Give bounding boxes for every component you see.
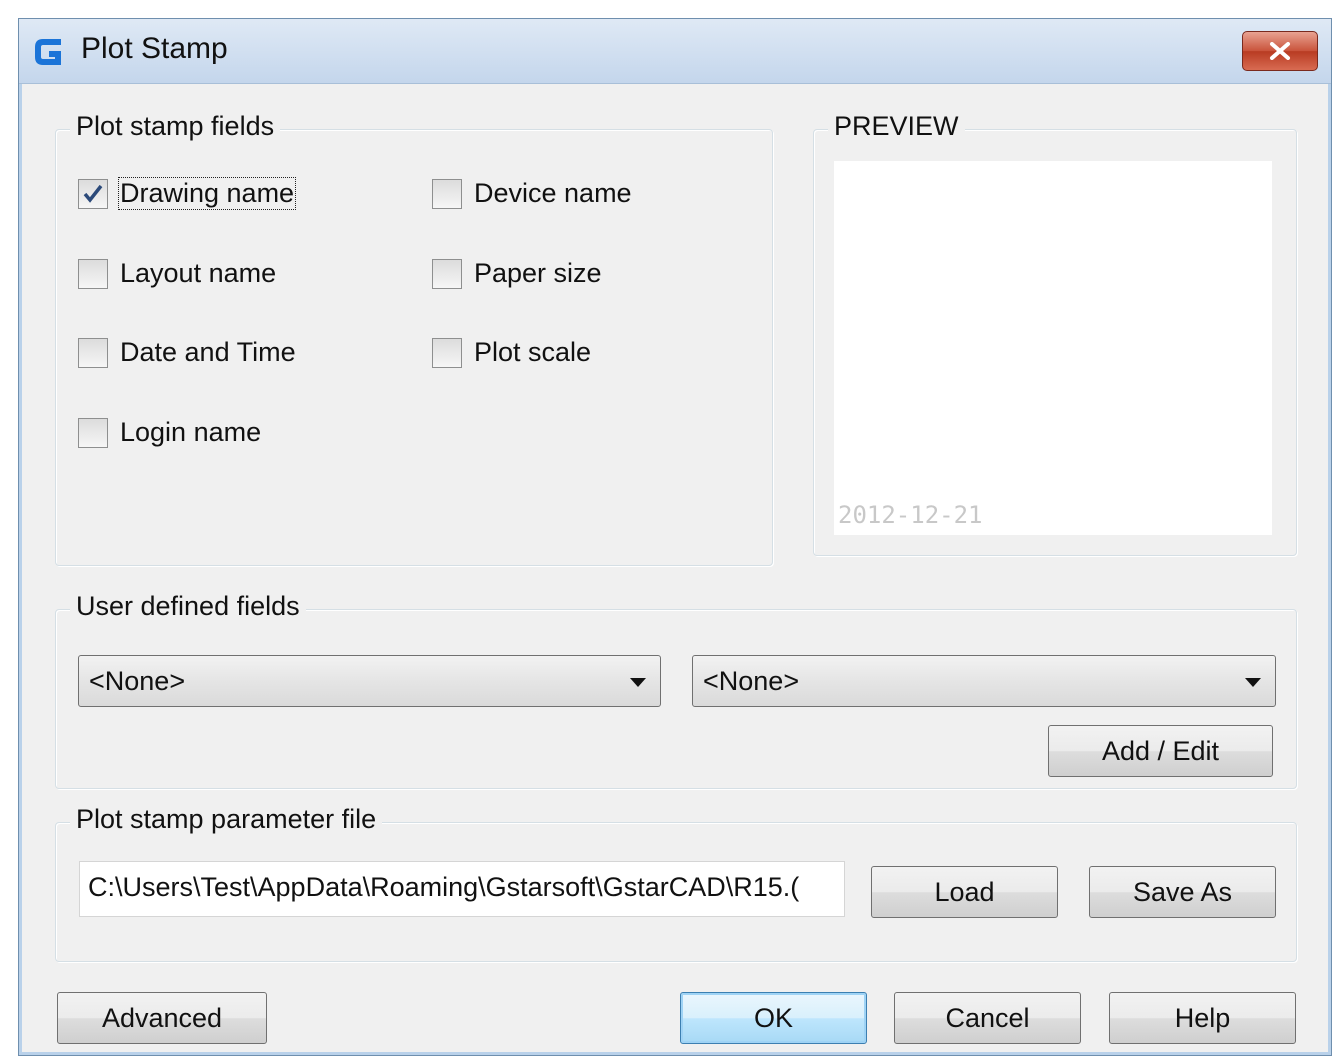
button-label: Advanced	[101, 1002, 223, 1033]
checkbox-label: Paper size	[474, 258, 602, 288]
dropdown-value: <None>	[89, 666, 186, 696]
checkbox-box[interactable]	[78, 178, 108, 209]
checkbox-label: Layout name	[120, 258, 277, 288]
checkbox-box[interactable]	[78, 258, 108, 289]
group-legend: Plot stamp parameter file	[70, 804, 383, 835]
button-label: OK	[753, 1002, 793, 1033]
group-legend: PREVIEW	[828, 111, 965, 142]
checkbox-label: Login name	[120, 417, 262, 447]
checkbox-date-and-time[interactable]: Date and Time	[78, 336, 298, 369]
title-bar[interactable]: Plot Stamp	[19, 19, 1331, 84]
checkbox-box[interactable]	[432, 258, 462, 289]
close-icon	[1270, 42, 1290, 60]
plot-stamp-dialog: Plot Stamp Plot stamp fields Drawing nam…	[18, 18, 1332, 1056]
path-text: C:\Users\Test\AppData\Roaming\Gstarsoft\…	[88, 872, 800, 902]
advanced-button[interactable]: Advanced	[57, 992, 267, 1044]
load-button[interactable]: Load	[871, 866, 1058, 918]
user-field-2-dropdown[interactable]: <None>	[692, 655, 1276, 707]
window-title: Plot Stamp	[81, 32, 228, 65]
checkbox-box[interactable]	[432, 178, 462, 209]
parameter-file-path-field[interactable]: C:\Users\Test\AppData\Roaming\Gstarsoft\…	[79, 861, 845, 917]
checkbox-box[interactable]	[78, 337, 108, 368]
chevron-down-icon	[630, 678, 646, 687]
button-label: Help	[1174, 1002, 1231, 1033]
dropdown-value: <None>	[703, 666, 800, 696]
ok-button[interactable]: OK	[680, 992, 867, 1044]
preview-stamp-text: 2012-12-21	[838, 501, 983, 529]
save-as-button[interactable]: Save As	[1089, 866, 1276, 918]
chevron-down-icon	[1245, 678, 1261, 687]
dialog-client-area: Plot stamp fields Drawing name Device na…	[22, 84, 1328, 1052]
checkbox-device-name[interactable]: Device name	[432, 177, 634, 210]
checkmark-icon	[83, 184, 103, 203]
add-edit-button[interactable]: Add / Edit	[1048, 725, 1273, 777]
checkbox-layout-name[interactable]: Layout name	[78, 257, 278, 290]
preview-pane: 2012-12-21	[834, 161, 1272, 535]
checkbox-drawing-name[interactable]: Drawing name	[78, 177, 297, 210]
checkbox-label: Date and Time	[120, 337, 296, 367]
checkbox-label: Plot scale	[474, 337, 592, 367]
user-field-1-dropdown[interactable]: <None>	[78, 655, 661, 707]
checkbox-label: Drawing name	[118, 177, 297, 210]
gstarcad-logo-icon	[35, 39, 61, 65]
checkbox-box[interactable]	[78, 417, 108, 448]
button-label: Cancel	[945, 1002, 1030, 1033]
close-button[interactable]	[1242, 31, 1318, 71]
button-label: Add / Edit	[1101, 735, 1220, 766]
button-label: Save As	[1132, 876, 1233, 907]
help-button[interactable]: Help	[1109, 992, 1296, 1044]
group-legend: User defined fields	[70, 591, 306, 622]
checkbox-paper-size[interactable]: Paper size	[432, 257, 604, 290]
checkbox-plot-scale[interactable]: Plot scale	[432, 336, 593, 369]
checkbox-login-name[interactable]: Login name	[78, 416, 263, 449]
checkbox-label: Device name	[474, 178, 632, 208]
cancel-button[interactable]: Cancel	[894, 992, 1081, 1044]
group-legend: Plot stamp fields	[70, 111, 281, 142]
button-label: Load	[934, 876, 995, 907]
checkbox-box[interactable]	[432, 337, 462, 368]
